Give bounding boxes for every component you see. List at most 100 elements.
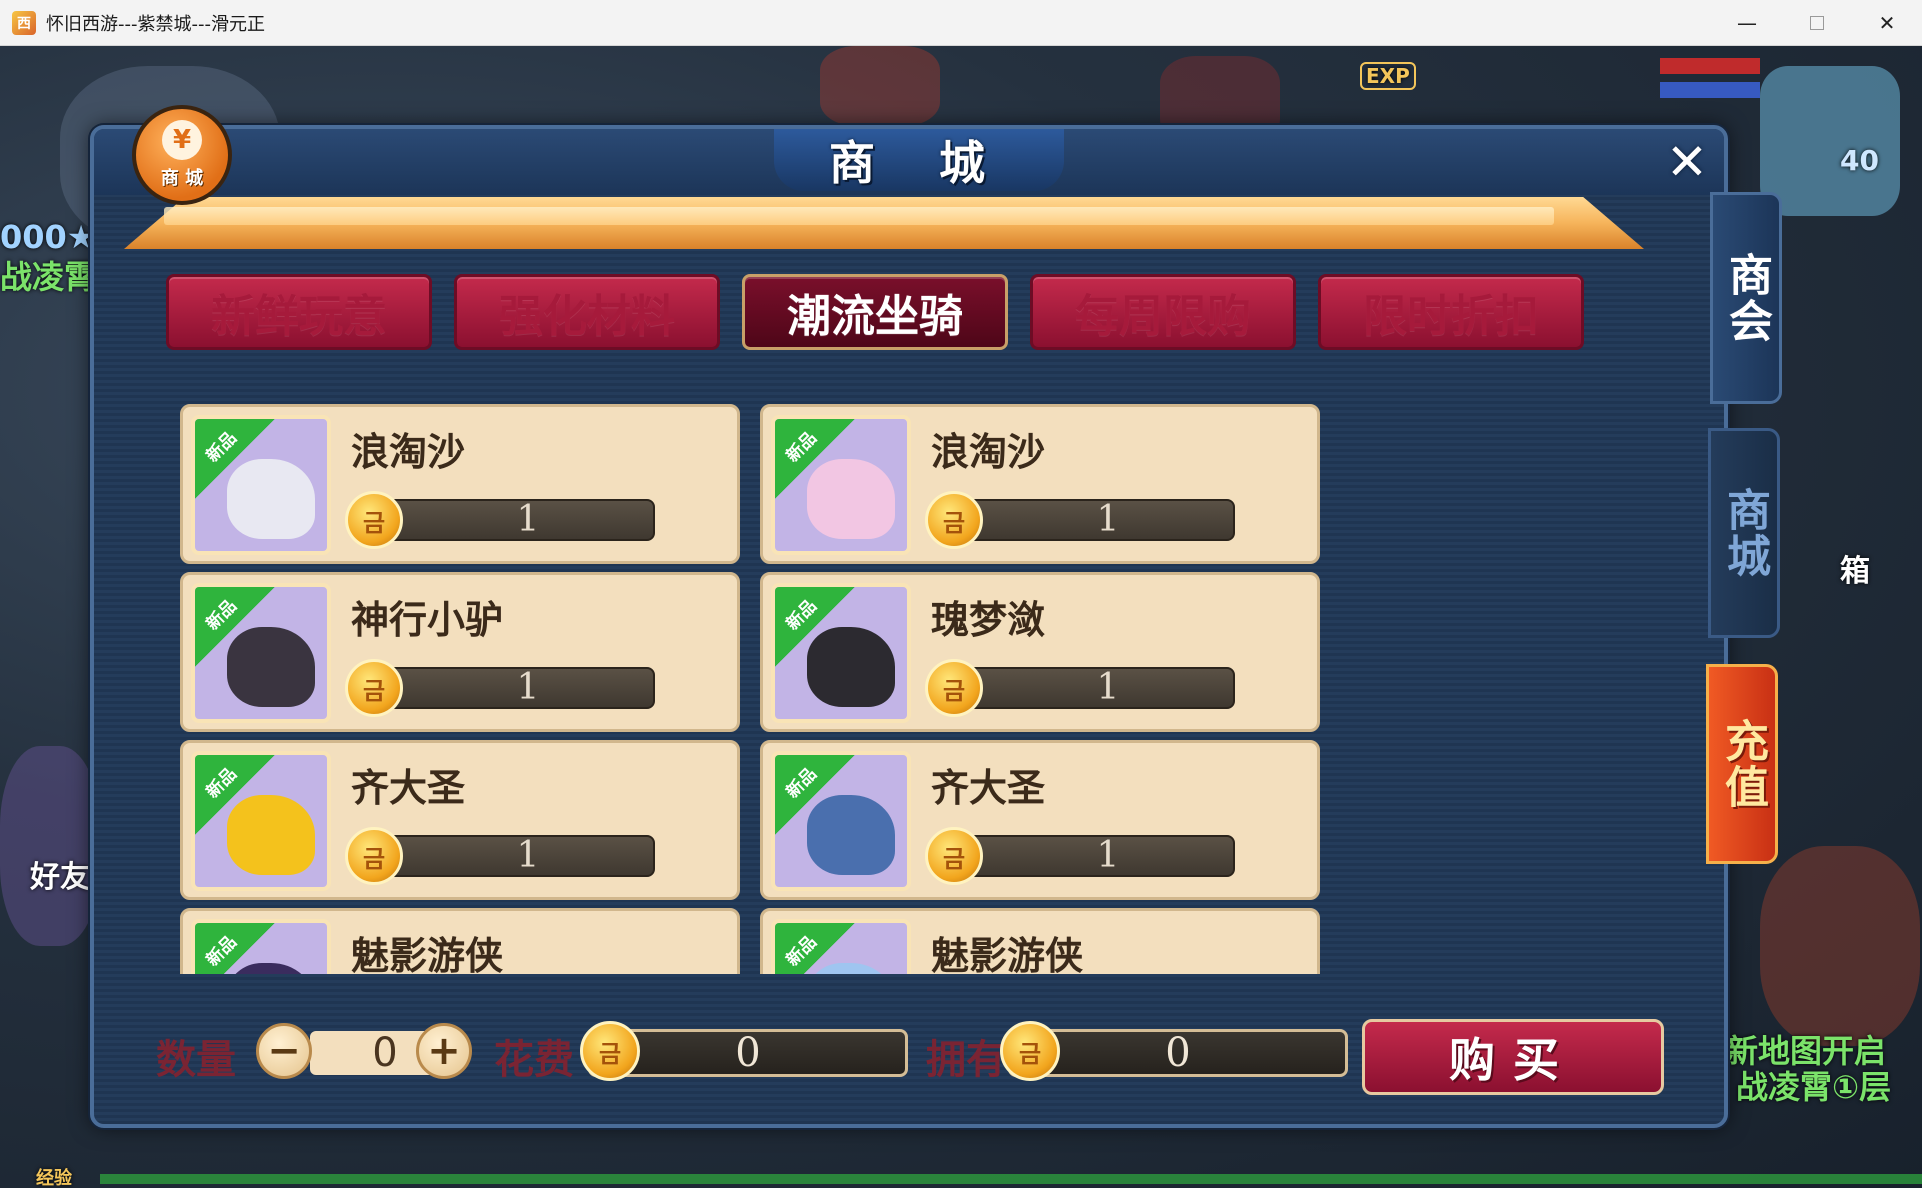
- decrease-quantity-button[interactable]: −: [256, 1023, 312, 1079]
- mount-name: 魅影游侠: [351, 934, 504, 974]
- side-tab-label: 商会: [1721, 252, 1772, 344]
- tab-weekly-limited[interactable]: 每周限购: [1030, 274, 1296, 350]
- mount-thumbnail: 新品: [771, 919, 911, 974]
- exp-label: 经验: [36, 1168, 72, 1188]
- new-tag-label: 新品: [782, 596, 821, 635]
- new-tag-label: 新品: [202, 596, 241, 635]
- new-tag-icon: 新品: [195, 755, 275, 835]
- mount-thumbnail: 新品: [771, 583, 911, 723]
- header-gold-bar-highlight: [164, 207, 1554, 225]
- mount-item-card[interactable]: 新品 瑰梦潋 금 1: [760, 572, 1320, 732]
- app-icon: 西: [12, 10, 36, 35]
- mount-thumbnail: 新品: [771, 415, 911, 555]
- gold-coin-icon: 금: [925, 491, 983, 549]
- new-tag-label: 新品: [202, 764, 241, 803]
- minimize-button[interactable]: —: [1712, 0, 1782, 46]
- new-tag-icon: 新品: [775, 755, 855, 835]
- player-portrait[interactable]: [1760, 66, 1900, 216]
- tab-limited-discount[interactable]: 限时折扣: [1318, 274, 1584, 350]
- price-value: 1: [1096, 667, 1120, 708]
- category-tabs: 新鲜玩意 强化材料 潮流坐骑 每周限购 限时折扣: [166, 274, 1584, 350]
- mount-name: 浪淘沙: [351, 430, 466, 474]
- new-tag-label: 新品: [782, 932, 821, 971]
- new-tag-icon: 新品: [775, 419, 855, 499]
- mount-item-card[interactable]: 新品 齐大圣 금 1: [180, 740, 740, 900]
- mount-name: 齐大圣: [351, 766, 466, 810]
- bg-character: [0, 746, 100, 946]
- new-tag-label: 新品: [782, 764, 821, 803]
- maximize-button[interactable]: [1782, 0, 1852, 46]
- side-tab-guild-shop[interactable]: 商会: [1710, 192, 1782, 404]
- side-tab-mall[interactable]: 商城: [1708, 428, 1780, 638]
- tab-enhance-materials[interactable]: 强化材料: [454, 274, 720, 350]
- gold-coin-icon: 금: [925, 827, 983, 885]
- hp-bar: [1660, 58, 1760, 74]
- increase-quantity-button[interactable]: +: [416, 1023, 472, 1079]
- gold-coin-icon: 금: [345, 827, 403, 885]
- new-tag-label: 新品: [202, 428, 241, 467]
- tab-label: 每周限购: [1075, 291, 1251, 342]
- window-title: 怀旧西游---紫禁城---滑元正: [46, 13, 265, 35]
- quantity-label: 数量: [156, 1037, 236, 1083]
- tower-notice[interactable]: 战凌霄①层: [1736, 1062, 1891, 1108]
- tab-label: 强化材料: [499, 291, 675, 342]
- cost-label: 花费: [494, 1037, 574, 1083]
- mount-item-card[interactable]: 新品 神行小驴 금 1: [180, 572, 740, 732]
- dialog-close-button[interactable]: ✕: [1660, 133, 1714, 191]
- side-tab-label: 商城: [1719, 487, 1770, 579]
- gold-coin-icon: 금: [925, 659, 983, 717]
- mount-thumbnail: 新品: [191, 919, 331, 974]
- mount-thumbnail: 新品: [771, 751, 911, 891]
- maximize-icon: [1810, 16, 1824, 30]
- gold-coin-icon: 금: [1000, 1021, 1060, 1081]
- new-tag-label: 新品: [202, 932, 241, 971]
- mount-thumbnail: 新品: [191, 751, 331, 891]
- price-value: 1: [1096, 835, 1120, 876]
- shop-dialog: 商 城 ✕ 新鲜玩意 强化材料 潮流坐骑 每周限购 限时折扣 新品 浪淘沙 금 1 新品…: [90, 125, 1728, 1128]
- mount-name: 瑰梦潋: [931, 598, 1046, 642]
- bg-quest-text: 战凌霄: [0, 258, 97, 296]
- price-value: 1: [1096, 499, 1120, 540]
- new-tag-label: 新品: [782, 428, 821, 467]
- window-titlebar: 西 怀旧西游---紫禁城---滑元正 — ✕: [0, 0, 1922, 46]
- mp-bar: [1660, 82, 1760, 98]
- gold-coin-icon: 금: [345, 491, 403, 549]
- buy-button[interactable]: 购买: [1362, 1019, 1664, 1095]
- new-tag-icon: 新品: [775, 587, 855, 667]
- mount-thumbnail: 新品: [191, 583, 331, 723]
- new-tag-icon: 新品: [775, 923, 855, 974]
- window-close-button[interactable]: ✕: [1852, 0, 1922, 46]
- tab-label: 新鲜玩意: [211, 291, 387, 342]
- mount-name: 神行小驴: [351, 598, 504, 642]
- mount-item-card[interactable]: 新品 浪淘沙 금 1: [760, 404, 1320, 564]
- tab-trendy-mounts[interactable]: 潮流坐骑: [742, 274, 1008, 350]
- gold-coin-icon: 금: [345, 659, 403, 717]
- dialog-title: 商 城: [828, 136, 1009, 190]
- mount-name: 魅影游侠: [931, 934, 1084, 974]
- owned-label: 拥有: [926, 1037, 1006, 1083]
- bg-character: [820, 46, 940, 126]
- item-list[interactable]: 新品 浪淘沙 금 1 新品 浪淘沙 금 1 新品 神行小驴 금 1 新品 瑰梦潋 금 1 新品 齐大圣 금 1 新品 齐大…: [180, 404, 1400, 974]
- dialog-title-plate: 商 城: [774, 129, 1064, 191]
- shop-badge: ¥ 商 城: [132, 105, 232, 205]
- purchase-bar: 数量 0 − + 花费 0 금 拥有 0 금 购买: [94, 1009, 1724, 1099]
- mount-item-card[interactable]: 新品 浪淘沙 금 1: [180, 404, 740, 564]
- buy-label: 购买: [1449, 1033, 1577, 1087]
- mount-item-card[interactable]: 新品 齐大圣 금 1: [760, 740, 1320, 900]
- tab-label: 潮流坐骑: [787, 291, 963, 342]
- new-tag-icon: 新品: [195, 419, 275, 499]
- price-value: 1: [516, 667, 540, 708]
- mount-item-card[interactable]: 新品魅影游侠금: [180, 908, 740, 974]
- tab-label: 限时折扣: [1363, 291, 1539, 342]
- price-value: 1: [516, 835, 540, 876]
- mount-item-card[interactable]: 新品魅影游侠금: [760, 908, 1320, 974]
- tab-fresh-items[interactable]: 新鲜玩意: [166, 274, 432, 350]
- new-tag-icon: 新品: [195, 587, 275, 667]
- yen-icon: ¥: [162, 120, 202, 160]
- bg-character: [1760, 846, 1920, 1046]
- exp-bar: [100, 1174, 1922, 1184]
- side-tab-recharge[interactable]: 充值: [1706, 664, 1778, 864]
- side-tab-label: 充值: [1717, 718, 1768, 810]
- friends-label[interactable]: 好友: [30, 852, 90, 896]
- gold-coin-icon: 금: [580, 1021, 640, 1081]
